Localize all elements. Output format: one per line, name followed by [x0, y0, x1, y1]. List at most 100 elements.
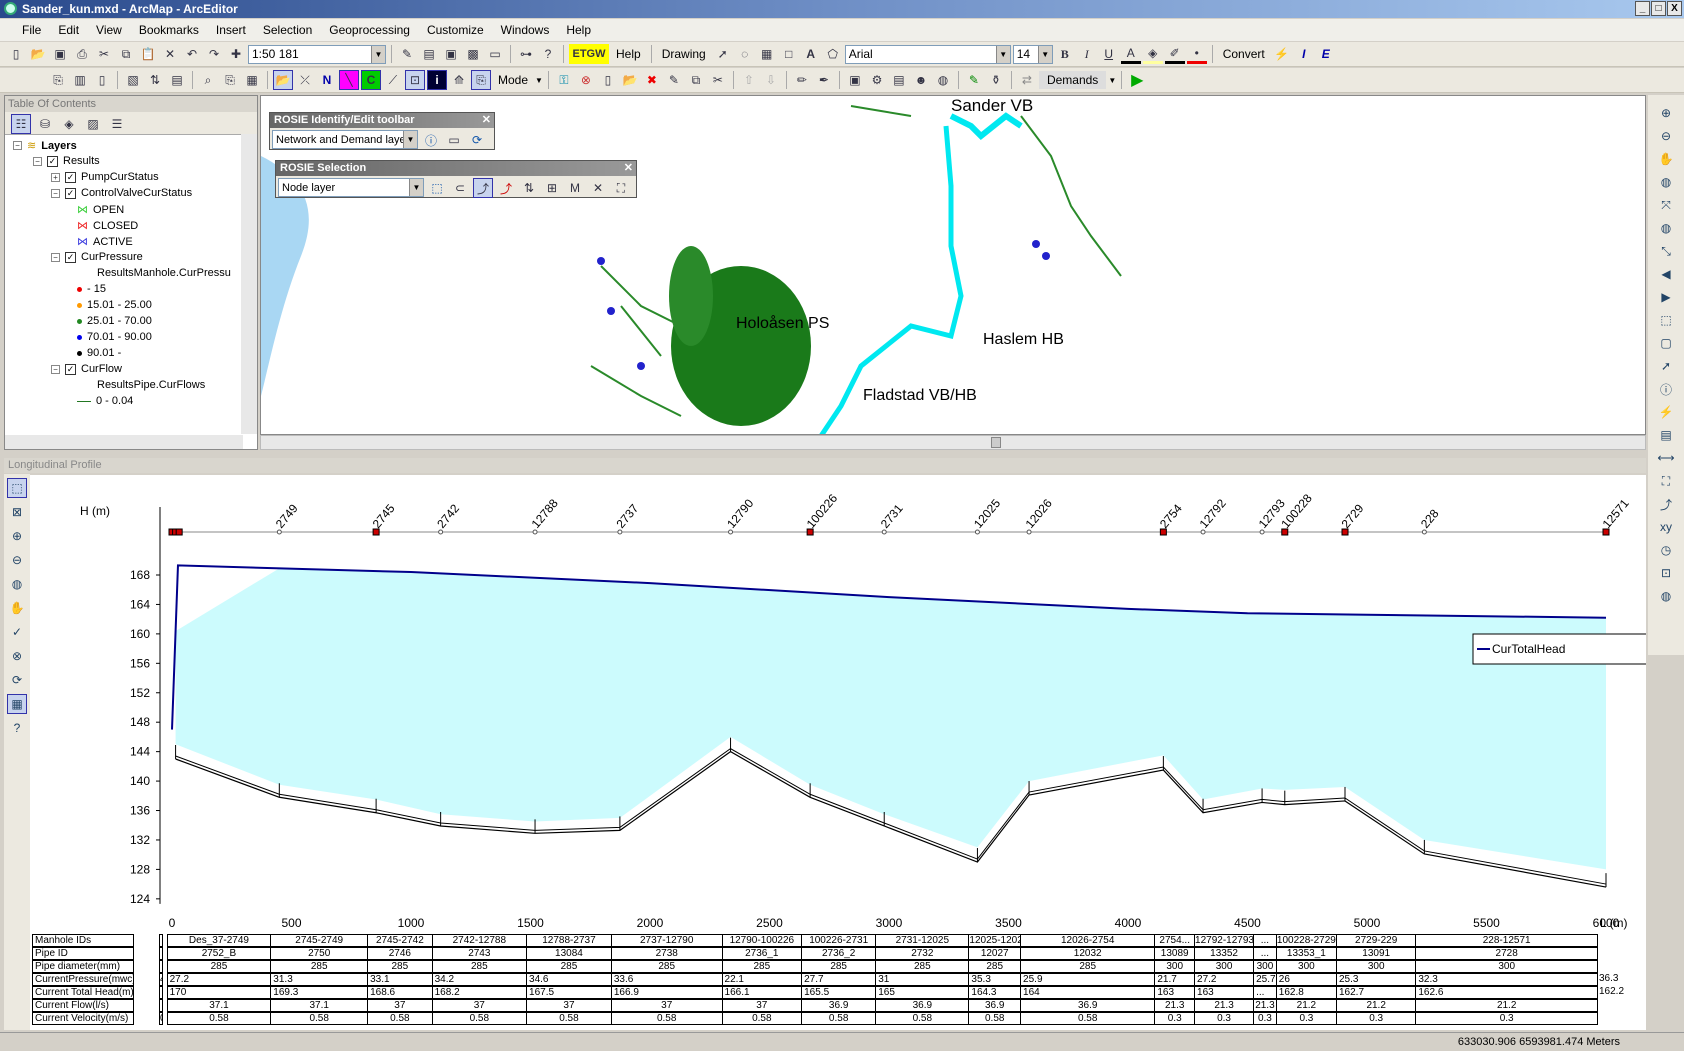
tool-b-icon[interactable]: ▥ — [70, 70, 90, 90]
select-elements-icon[interactable]: ➚ — [713, 44, 733, 64]
trace-icon[interactable]: ⤫ — [295, 70, 315, 90]
html-popup-icon[interactable]: ▤ — [1656, 425, 1676, 445]
toc-item[interactable]: 25.01 - 70.00 — [77, 315, 152, 327]
scissors-icon[interactable]: ✂ — [708, 70, 728, 90]
marker-color-icon[interactable]: • — [1186, 44, 1207, 64]
tool-a-icon[interactable]: ⎘ — [48, 70, 68, 90]
link-icon[interactable]: ⊗ — [576, 70, 596, 90]
font-combo[interactable]: Arial ▼ — [844, 44, 1011, 64]
collapse-icon[interactable]: − — [13, 141, 22, 150]
demands-menu-button[interactable]: Demands — [1038, 71, 1107, 89]
refresh-icon[interactable]: ⟳ — [467, 130, 487, 150]
e-tool-icon[interactable]: E — [1316, 44, 1336, 64]
toc-item[interactable]: − ≋ Layers — [13, 139, 77, 152]
graph-icon[interactable]: ⟰ — [449, 70, 469, 90]
delete-icon[interactable]: ✕ — [160, 44, 180, 64]
select-line-icon[interactable]: ⤴ — [473, 178, 493, 198]
info-icon[interactable]: i — [427, 70, 447, 90]
collapse-icon[interactable]: − — [51, 364, 60, 374]
edit-doc-icon[interactable]: ✎ — [664, 70, 684, 90]
pan-icon[interactable]: ✋ — [7, 598, 27, 618]
search-icon[interactable]: ⌕ — [198, 70, 218, 90]
folder-icon[interactable]: 📂 — [620, 70, 640, 90]
new-icon[interactable]: ▯ — [6, 44, 26, 64]
globe-icon[interactable]: ◍ — [7, 574, 27, 594]
visibility-checkbox[interactable]: ✓ — [65, 363, 76, 375]
map-scale-combo[interactable]: 1:50 181 ▼ — [248, 44, 386, 64]
node-point[interactable] — [617, 529, 623, 535]
measure-icon[interactable]: ⟷ — [1656, 448, 1676, 468]
profile-icon[interactable]: ⎘ — [471, 70, 491, 90]
tool-h-icon[interactable]: ▦ — [242, 70, 262, 90]
run-icon[interactable]: ▶ — [1127, 70, 1147, 90]
node-point[interactable] — [532, 529, 538, 535]
toc-item[interactable]: 15.01 - 25.00 — [77, 299, 152, 311]
close-icon[interactable]: ✕ — [624, 161, 633, 176]
globe-icon[interactable]: ◍ — [1656, 172, 1676, 192]
options-icon[interactable]: ☰ — [107, 114, 127, 134]
open-icon[interactable]: 📂 — [28, 44, 48, 64]
menu-insert[interactable]: Insert — [208, 23, 255, 37]
up-icon[interactable]: ⇧ — [739, 70, 759, 90]
tool-line-icon[interactable]: ⟋ — [383, 70, 403, 90]
list-by-drawing-order-icon[interactable]: ☷ — [11, 114, 31, 134]
node-point[interactable] — [1026, 529, 1032, 535]
identify-icon[interactable]: ⓘ — [1656, 379, 1676, 399]
node-point[interactable] — [1259, 529, 1265, 535]
menu-selection[interactable]: Selection — [255, 23, 321, 37]
font-size-combo[interactable]: 14 ▼ — [1012, 44, 1053, 64]
tool-pink-icon[interactable]: ╲ — [339, 70, 359, 90]
map-icon[interactable]: ▣ — [845, 70, 865, 90]
bold-icon[interactable]: B — [1055, 44, 1075, 64]
collapse-icon[interactable]: − — [33, 156, 42, 166]
italic-icon[interactable]: I — [1077, 44, 1097, 64]
editor-icon[interactable]: ✎ — [397, 44, 417, 64]
clear-selection-icon[interactable]: ▢ — [1656, 333, 1676, 353]
tool-green-icon[interactable]: C — [361, 70, 381, 90]
new-doc-icon[interactable]: ▯ — [598, 70, 618, 90]
toc-item[interactable]: 70.01 - 90.00 — [77, 331, 152, 343]
cut-icon[interactable]: ✂ — [94, 44, 114, 64]
python-icon[interactable]: ▭ — [485, 44, 505, 64]
fixed-zoom-out-icon[interactable]: ⤡ — [1656, 241, 1676, 261]
node-point[interactable] — [728, 529, 734, 535]
select-updown-icon[interactable]: ⇅ — [519, 178, 539, 198]
tool-d-icon[interactable]: ▧ — [123, 70, 143, 90]
table-window-icon[interactable]: ▤ — [419, 44, 439, 64]
node-point[interactable] — [881, 529, 887, 535]
add-data-icon[interactable]: ✚ — [226, 44, 246, 64]
zoom-in-icon[interactable]: ⊕ — [1656, 103, 1676, 123]
rectangle-icon[interactable]: □ — [779, 44, 799, 64]
edit-pen-icon[interactable]: ✒ — [814, 70, 834, 90]
toc-item[interactable]: ResultsManhole.CurPressu — [97, 267, 231, 279]
toc-item[interactable]: − ✓ Results — [33, 155, 100, 167]
goto-xy-icon[interactable]: xy — [1656, 517, 1676, 537]
identify-icon[interactable]: ⓘ — [421, 130, 441, 150]
toc-item[interactable]: ⋈ OPEN — [77, 203, 124, 217]
collapse-icon[interactable]: − — [51, 188, 60, 198]
fill-color-icon[interactable]: ◈ — [1142, 44, 1163, 64]
users-icon[interactable]: ☻ — [911, 70, 931, 90]
select-path-icon[interactable]: ⤴ — [496, 178, 516, 198]
copy-icon[interactable]: ⧉ — [116, 44, 136, 64]
close-icon[interactable]: ✕ — [482, 113, 491, 128]
convert-menu-button[interactable]: Convert — [1218, 47, 1270, 61]
menu-edit[interactable]: Edit — [50, 23, 88, 37]
edit-vertices-icon[interactable]: ⬠ — [823, 44, 843, 64]
tool-c-icon[interactable]: ▯ — [92, 70, 112, 90]
toc-item[interactable]: - 15 — [77, 283, 106, 295]
selection-layer-combo[interactable]: Node layer ▼ — [278, 178, 424, 197]
tool-f-icon[interactable]: ▤ — [167, 70, 187, 90]
north-icon[interactable]: N — [317, 70, 337, 90]
open-folder-icon[interactable]: 📂 — [273, 70, 293, 90]
select-m-icon[interactable]: M — [565, 178, 585, 198]
italic-tool-icon[interactable]: I — [1294, 44, 1314, 64]
collapse-icon[interactable]: − — [51, 252, 60, 262]
toolbox-icon[interactable]: ▩ — [463, 44, 483, 64]
node-point[interactable] — [438, 529, 444, 535]
map-view[interactable]: Sander VB Holoåsen PS Haslem HB Fladstad… — [260, 95, 1646, 435]
table-icon[interactable]: ▦ — [7, 694, 27, 714]
toc-item[interactable]: ResultsPipe.CurFlows — [97, 379, 205, 391]
menu-help[interactable]: Help — [558, 23, 600, 37]
select-network-icon[interactable]: ⊞ — [542, 178, 562, 198]
